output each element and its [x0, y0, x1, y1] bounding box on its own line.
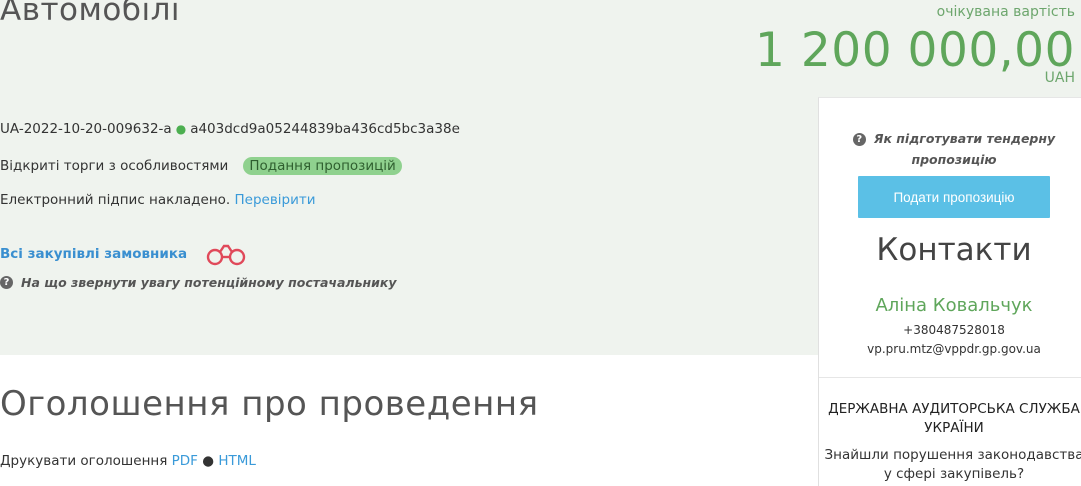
tender-page: Автомобілі очікувана вартість 1 200 000,… [0, 0, 1081, 486]
tender-id-row: UA-2022-10-20-009632-a ● a403dcd9a05244839… [0, 121, 460, 137]
sidebar-divider [819, 377, 1081, 378]
question-circle-icon: ? [0, 276, 13, 289]
check-signature-link[interactable]: Перевірити [235, 192, 316, 208]
right-sidebar: ? Як підготувати тендерну пропозицію Пода… [818, 97, 1081, 486]
tender-hash: a403dcd9a05244839ba436cd5bc3a38e [190, 121, 460, 137]
procedure-row: Відкриті торги з особливостями Подання п… [0, 157, 402, 175]
all-purchases-link-row[interactable]: Всі закупівлі замовника [0, 242, 247, 266]
announcement-title: Оголошення про проведення [0, 384, 539, 424]
procedure-type: Відкриті торги з особливостями [0, 158, 229, 174]
how-to-prepare-link[interactable]: ? Як підготувати тендерну пропозицію [819, 128, 1081, 170]
tender-id: UA-2022-10-20-009632-a [0, 121, 172, 137]
how-to-prepare-text[interactable]: Як підготувати тендерну пропозицію [874, 131, 1055, 167]
contact-phone: +380487528018 [903, 323, 1005, 337]
print-announcement-label: Друкувати оголошення [0, 453, 168, 469]
contact-email: vp.pru.mtz@vppdr.gp.gov.ua [867, 342, 1041, 356]
expected-value-currency: UAH [1044, 70, 1075, 86]
submit-bid-button[interactable]: Подати пропозицію [858, 176, 1050, 218]
status-badge: Подання пропозицій [243, 157, 402, 175]
expected-value-amount: 1 200 000,00 [755, 23, 1075, 78]
all-purchases-link[interactable]: Всі закупівлі замовника [0, 246, 187, 262]
audit-service-title[interactable]: Державна аудиторська служба України [819, 400, 1081, 438]
separator-dot: ● [175, 122, 187, 136]
supplier-hint-link[interactable]: На що звернути увагу потенційному постач… [21, 275, 397, 290]
expected-value-label: очікувана вартість [936, 4, 1075, 20]
supplier-hint-row[interactable]: ? На що звернути увагу потенційному пост… [0, 275, 397, 290]
print-announcement-row: Друкувати оголошення PDF ● HTML [0, 453, 256, 469]
contact-name: Аліна Ковальчук [875, 295, 1033, 316]
print-html-link[interactable]: HTML [218, 453, 256, 469]
contacts-title: Контакти [876, 232, 1032, 268]
print-pdf-link[interactable]: PDF [172, 453, 198, 469]
binoculars-icon[interactable] [205, 242, 247, 266]
audit-service-text[interactable]: Знайшли порушення законодавства у сфері … [819, 446, 1081, 484]
signature-row: Електронний підпис накладено. Перевірити [0, 192, 316, 208]
page-title: Автомобілі [0, 0, 181, 28]
separator-dot: ● [202, 453, 215, 469]
question-circle-icon: ? [852, 133, 866, 146]
signature-text: Електронний підпис накладено. [0, 192, 231, 208]
